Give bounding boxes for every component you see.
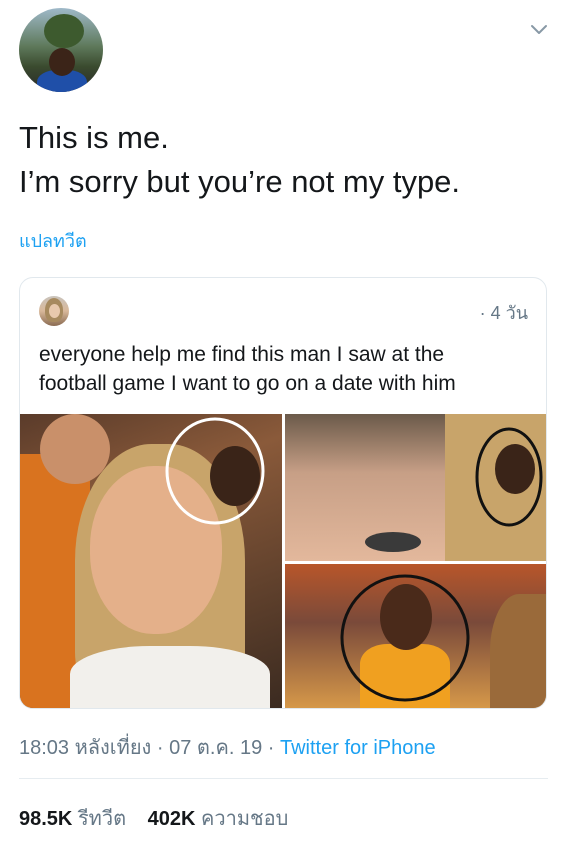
avatar-face — [49, 48, 75, 76]
quoted-line: everyone help me find this man I saw at … — [39, 343, 445, 366]
woman-hair-edge — [490, 594, 546, 708]
highlight-circle — [340, 574, 470, 702]
photo-stadium[interactable] — [285, 564, 546, 708]
quoted-tweet-text: everyone help me find this man I saw at … — [39, 340, 529, 398]
divider — [19, 778, 548, 779]
tweet-source-link[interactable]: Twitter for iPhone — [280, 737, 436, 759]
quoted-author-avatar[interactable] — [39, 296, 69, 326]
translate-tweet-link[interactable]: แปลทวีต — [19, 226, 87, 255]
likes-label[interactable]: ความชอบ — [201, 808, 288, 830]
retweets-label[interactable]: รีทวีต — [78, 808, 126, 830]
likes-count[interactable]: 402K — [148, 808, 196, 830]
tweet-time: 18:03 หลังเที่ยง — [19, 737, 152, 759]
tweet-date: 07 ต.ค. 19 — [169, 737, 263, 759]
closeup-eye — [365, 532, 421, 552]
quoted-tweet-time[interactable]: · 4 วัน — [480, 298, 528, 327]
photo-selfie[interactable] — [20, 414, 282, 708]
tweet-line: This is me. — [19, 120, 169, 155]
meta-separator: · — [267, 737, 280, 759]
highlight-circle — [475, 427, 543, 527]
photo-closeup[interactable] — [285, 414, 546, 561]
tweet-text: This is me. I’m sorry but you’re not my … — [19, 116, 460, 204]
meta-separator: · — [156, 737, 170, 759]
retweets-count[interactable]: 98.5K — [19, 808, 72, 830]
tweet-meta: 18:03 หลังเที่ยง · 07 ต.ค. 19 · Twitter … — [19, 731, 436, 763]
quoted-line: football game I want to go on a date wit… — [39, 372, 456, 395]
quoted-avatar-face — [49, 304, 60, 318]
photo-grid — [20, 414, 546, 708]
tweet-stats: 98.5K รีทวีต 402K ความชอบ — [19, 802, 304, 834]
avatar-tree — [44, 14, 84, 48]
quoted-tweet[interactable]: · 4 วัน everyone help me find this man I… — [19, 277, 547, 709]
chevron-down-icon[interactable] — [529, 22, 549, 38]
author-avatar[interactable] — [19, 8, 103, 92]
highlight-circle — [165, 417, 265, 525]
woman-shirt — [70, 646, 270, 708]
tweet-line: I’m sorry but you’re not my type. — [19, 164, 461, 199]
